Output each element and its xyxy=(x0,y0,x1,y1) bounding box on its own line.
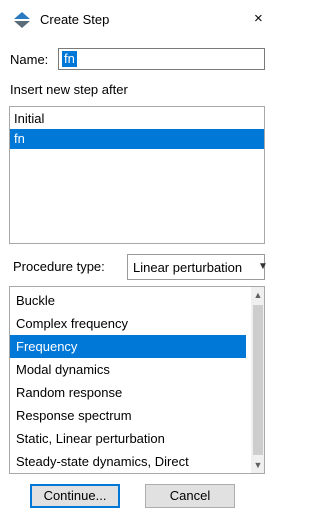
procedure-item[interactable]: Buckle xyxy=(10,289,246,312)
insert-step-label: Insert new step after xyxy=(10,82,128,97)
procedure-item-selected[interactable]: Frequency xyxy=(10,335,246,358)
chevron-down-icon[interactable]: ▼ xyxy=(258,261,268,272)
procedure-type-label: Procedure type: xyxy=(13,259,105,274)
continue-button[interactable]: Continue... xyxy=(30,484,120,508)
step-list-item-selected[interactable]: fn xyxy=(10,129,264,149)
scroll-up-icon[interactable]: ▲ xyxy=(251,287,264,303)
step-list[interactable]: Initial fn xyxy=(9,106,265,244)
create-step-icon xyxy=(14,12,30,28)
procedure-list-scrollbar[interactable]: ▲ ▼ xyxy=(251,287,264,473)
procedure-item[interactable]: Random response xyxy=(10,381,246,404)
procedure-item[interactable]: Response spectrum xyxy=(10,404,246,427)
procedure-type-value: Linear perturbation xyxy=(133,260,243,275)
procedure-type-dropdown[interactable]: Linear perturbation ▼ xyxy=(127,254,268,280)
cancel-button[interactable]: Cancel xyxy=(145,484,235,508)
procedure-item[interactable]: Static, Linear perturbation xyxy=(10,427,246,450)
scroll-thumb[interactable] xyxy=(253,305,263,455)
name-label: Name: xyxy=(10,52,49,67)
window-title: Create Step xyxy=(40,12,110,27)
name-input-value: fn xyxy=(62,51,77,67)
scroll-down-icon[interactable]: ▼ xyxy=(251,457,264,473)
procedure-list[interactable]: Buckle Complex frequency Frequency Modal… xyxy=(9,286,265,474)
procedure-item[interactable]: Modal dynamics xyxy=(10,358,246,381)
procedure-item[interactable]: Steady-state dynamics, Direct xyxy=(10,450,246,473)
close-icon[interactable]: × xyxy=(254,10,263,27)
procedure-item[interactable]: Complex frequency xyxy=(10,312,246,335)
name-input[interactable]: fn xyxy=(58,48,265,70)
title-bar: Create Step × xyxy=(0,0,265,40)
step-list-item[interactable]: Initial xyxy=(10,109,264,129)
